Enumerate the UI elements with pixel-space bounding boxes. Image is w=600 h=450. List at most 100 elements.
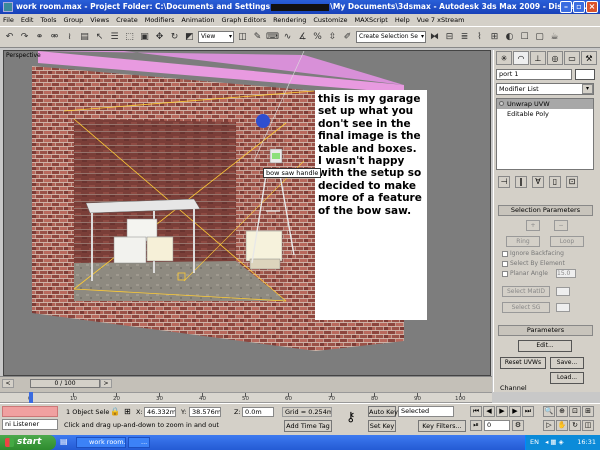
planar-angle-spinner[interactable]: 15.0: [556, 269, 576, 278]
menu-views[interactable]: Views: [90, 16, 109, 24]
maxscript-mini-listener-top[interactable]: [2, 406, 58, 417]
link-icon[interactable]: ⚭: [33, 30, 46, 44]
align-icon[interactable]: ⊟: [443, 30, 456, 44]
material-editor-icon[interactable]: ◐: [503, 30, 516, 44]
maximize-button[interactable]: ▫: [573, 1, 585, 13]
network-icon[interactable]: ▦: [550, 438, 556, 446]
maximize-viewport-icon[interactable]: ◫: [582, 420, 594, 431]
select-by-name-icon[interactable]: ☰: [108, 30, 121, 44]
key-mode-dropdown[interactable]: Selected: [398, 406, 454, 417]
edit-button[interactable]: Edit...: [518, 340, 572, 352]
menu-edit[interactable]: Edit: [21, 16, 34, 24]
y-coordinate-field[interactable]: 38.576m: [189, 407, 221, 417]
render-frame-icon[interactable]: ▢: [533, 30, 546, 44]
menu-help[interactable]: Help: [395, 16, 410, 24]
schematic-icon[interactable]: ⊞: [488, 30, 501, 44]
make-unique-icon[interactable]: ∀: [532, 176, 544, 188]
add-time-tag-button[interactable]: Add Time Tag: [284, 420, 332, 432]
render-setup-icon[interactable]: ☐: [518, 30, 531, 44]
taskbar-item-more[interactable]: ...: [128, 437, 150, 448]
modifier-list-dropdown[interactable]: Modifier List: [496, 83, 594, 95]
motion-tab-icon[interactable]: ◎: [547, 51, 563, 65]
time-slider[interactable]: 0 / 100: [30, 379, 100, 388]
x-coordinate-field[interactable]: 46.332m: [144, 407, 176, 417]
mirror-icon[interactable]: ⧓: [428, 30, 441, 44]
current-frame-marker[interactable]: [29, 392, 33, 403]
pin-stack-icon[interactable]: ⊣: [498, 176, 510, 188]
menu-maxscript[interactable]: MAXScript: [355, 16, 388, 24]
key-icon[interactable]: ⚷: [346, 410, 356, 425]
menu-tools[interactable]: Tools: [40, 16, 56, 24]
menu-customize[interactable]: Customize: [313, 16, 347, 24]
goto-end-icon[interactable]: ⏭: [522, 406, 534, 417]
selection-set-dropdown[interactable]: Create Selection Se: [356, 31, 426, 43]
orbit-icon[interactable]: ↻: [569, 420, 581, 431]
prev-frame-icon[interactable]: <: [2, 379, 14, 388]
matid-spinner[interactable]: [556, 287, 570, 296]
manipulate-icon[interactable]: ✎: [251, 30, 264, 44]
menu-graph-editors[interactable]: Graph Editors: [222, 16, 267, 24]
viewport-label[interactable]: Perspective: [6, 52, 41, 59]
undo-icon[interactable]: ↶: [3, 30, 16, 44]
spinner-snap-icon[interactable]: ⇳: [326, 30, 339, 44]
lightbulb-icon[interactable]: [499, 101, 504, 106]
lock-icon[interactable]: 🔒: [110, 407, 120, 416]
utilities-tab-icon[interactable]: ⚒: [581, 51, 597, 65]
absolute-mode-icon[interactable]: ⊞: [124, 407, 131, 416]
parameters-rollout[interactable]: Parameters: [498, 325, 593, 336]
stack-item-unwrap-uvw[interactable]: Unwrap UVW: [497, 99, 593, 109]
key-mode-toggle-icon[interactable]: ⏯: [470, 420, 482, 431]
menu-vue[interactable]: Vue 7 xStream: [417, 16, 465, 24]
zoom-icon[interactable]: 🔍: [543, 406, 555, 417]
select-matid-button[interactable]: Select MatID: [502, 286, 550, 297]
menu-modifiers[interactable]: Modifiers: [145, 16, 175, 24]
curve-editor-icon[interactable]: ⌇: [473, 30, 486, 44]
move-icon[interactable]: ✥: [153, 30, 166, 44]
rotate-icon[interactable]: ↻: [168, 30, 181, 44]
language-indicator[interactable]: EN: [530, 438, 539, 446]
quick-launch-icon[interactable]: ▤: [60, 437, 72, 448]
configure-sets-icon[interactable]: ⊡: [566, 176, 578, 188]
select-sg-button[interactable]: Select SG: [502, 302, 550, 313]
bind-spacewarp-icon[interactable]: ≀: [63, 30, 76, 44]
save-button[interactable]: Save...: [550, 357, 584, 369]
menu-group[interactable]: Group: [64, 16, 84, 24]
set-key-button[interactable]: Set Key: [368, 420, 396, 432]
show-end-result-icon[interactable]: ‖: [515, 176, 527, 188]
shield-icon[interactable]: ◈: [559, 438, 564, 446]
reset-uvws-button[interactable]: Reset UVWs: [500, 357, 546, 369]
z-coordinate-field[interactable]: 0.0m: [242, 407, 274, 417]
selection-filter-icon[interactable]: ▤: [78, 30, 91, 44]
ring-button[interactable]: Ring: [506, 236, 540, 247]
ignore-backfacing-checkbox[interactable]: Ignore Backfacing: [502, 250, 564, 257]
loop-button[interactable]: Loop: [550, 236, 584, 247]
menu-file[interactable]: File: [3, 16, 14, 24]
rect-select-icon[interactable]: ⬚: [123, 30, 136, 44]
close-button[interactable]: ×: [586, 1, 598, 13]
current-frame-field[interactable]: 0: [484, 420, 510, 431]
prev-key-icon[interactable]: ◀: [483, 406, 495, 417]
start-button[interactable]: start: [0, 435, 56, 450]
select-by-element-checkbox[interactable]: Select By Element: [502, 260, 565, 267]
select-object-icon[interactable]: ↖: [93, 30, 106, 44]
selection-parameters-rollout[interactable]: Selection Parameters: [498, 205, 593, 216]
window-crossing-icon[interactable]: ▣: [138, 30, 151, 44]
angle-snap-icon[interactable]: ∡: [296, 30, 309, 44]
object-color-swatch[interactable]: [575, 69, 595, 80]
next-key-icon[interactable]: ▶: [509, 406, 521, 417]
menu-create[interactable]: Create: [116, 16, 138, 24]
hierarchy-tab-icon[interactable]: ⊥: [530, 51, 546, 65]
chevron-down-icon[interactable]: ▾: [582, 84, 593, 94]
snap-icon[interactable]: ∿: [281, 30, 294, 44]
display-tab-icon[interactable]: ▭: [564, 51, 580, 65]
layer-icon[interactable]: ≣: [458, 30, 471, 44]
percent-snap-icon[interactable]: %: [311, 30, 324, 44]
pivot-icon[interactable]: ◫: [236, 30, 249, 44]
track-bar[interactable]: 0 10 20 30 40 50 60 70 80 90 100: [0, 392, 492, 403]
next-frame-icon[interactable]: >: [100, 379, 112, 388]
stack-item-editable-poly[interactable]: Editable Poly: [497, 109, 593, 119]
load-button[interactable]: Load...: [550, 372, 584, 384]
sg-spinner[interactable]: [556, 303, 570, 312]
remove-modifier-icon[interactable]: ▯: [549, 176, 561, 188]
zoom-all-icon[interactable]: ⊕: [556, 406, 568, 417]
